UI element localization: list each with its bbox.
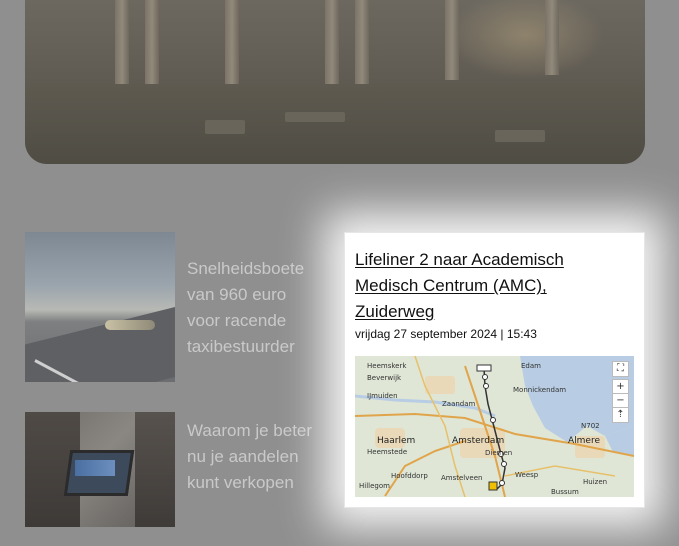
ruin-stone — [205, 120, 245, 134]
ruin-column — [355, 0, 369, 95]
map-popup-card: Lifeliner 2 naar Academisch Medisch Cent… — [344, 232, 645, 508]
map-label: Huizen — [583, 478, 608, 486]
route-map[interactable]: Heemskerk Beverwijk IJmuiden Zaandam Eda… — [355, 356, 634, 497]
map-label: Monnickendam — [513, 386, 567, 394]
map-label: IJmuiden — [367, 392, 398, 400]
hero-ground — [25, 84, 645, 164]
chart-on-screen — [75, 460, 115, 476]
ruin-column — [445, 0, 459, 80]
map-label: Hillegom — [359, 482, 390, 490]
map-label: Zaandam — [442, 400, 476, 408]
compass-reset-icon[interactable]: ⇡ — [612, 407, 629, 423]
popup-date: vrijdag 27 september 2024 | 15:43 — [355, 327, 537, 341]
hero-light — [445, 0, 605, 80]
article-thumbnail[interactable] — [25, 232, 175, 382]
ruin-stone — [495, 130, 545, 142]
article-title[interactable]: Waarom je beter nu je aandelen kunt verk… — [187, 418, 322, 496]
map-label: Hoofddorp — [391, 472, 428, 480]
ruin-column — [225, 0, 239, 90]
map-label: Weesp — [515, 471, 539, 479]
map-label: Edam — [521, 362, 541, 370]
ruin-column — [545, 0, 559, 75]
popup-title-link[interactable]: Lifeliner 2 naar Academisch Medisch Cent… — [355, 247, 625, 325]
article-title[interactable]: Snelheidsboete van 960 euro voor racende… — [187, 256, 322, 360]
article-item[interactable]: Snelheidsboete van 960 euro voor racende… — [25, 232, 325, 382]
map-label: Haarlem — [377, 436, 416, 446]
map-label: Bussum — [551, 488, 579, 496]
map-label: Almere — [568, 436, 601, 446]
ruin-stone — [285, 112, 345, 122]
article-thumbnail[interactable] — [25, 412, 175, 527]
map-label: N702 — [581, 422, 600, 430]
person-shape — [135, 412, 175, 527]
map-label: Amsterdam — [452, 436, 505, 446]
map-label: Heemstede — [367, 448, 408, 456]
article-item[interactable]: Waarom je beter nu je aandelen kunt verk… — [25, 412, 325, 527]
map-label: Beverwijk — [367, 374, 402, 382]
map-label: Diemen — [485, 449, 513, 457]
fullscreen-icon[interactable]: ⛶ — [612, 361, 629, 377]
hero-image[interactable] — [25, 0, 645, 164]
map-label: Heemskerk — [367, 362, 407, 370]
map-label: Amstelveen — [441, 474, 483, 482]
car-shape — [105, 320, 155, 330]
